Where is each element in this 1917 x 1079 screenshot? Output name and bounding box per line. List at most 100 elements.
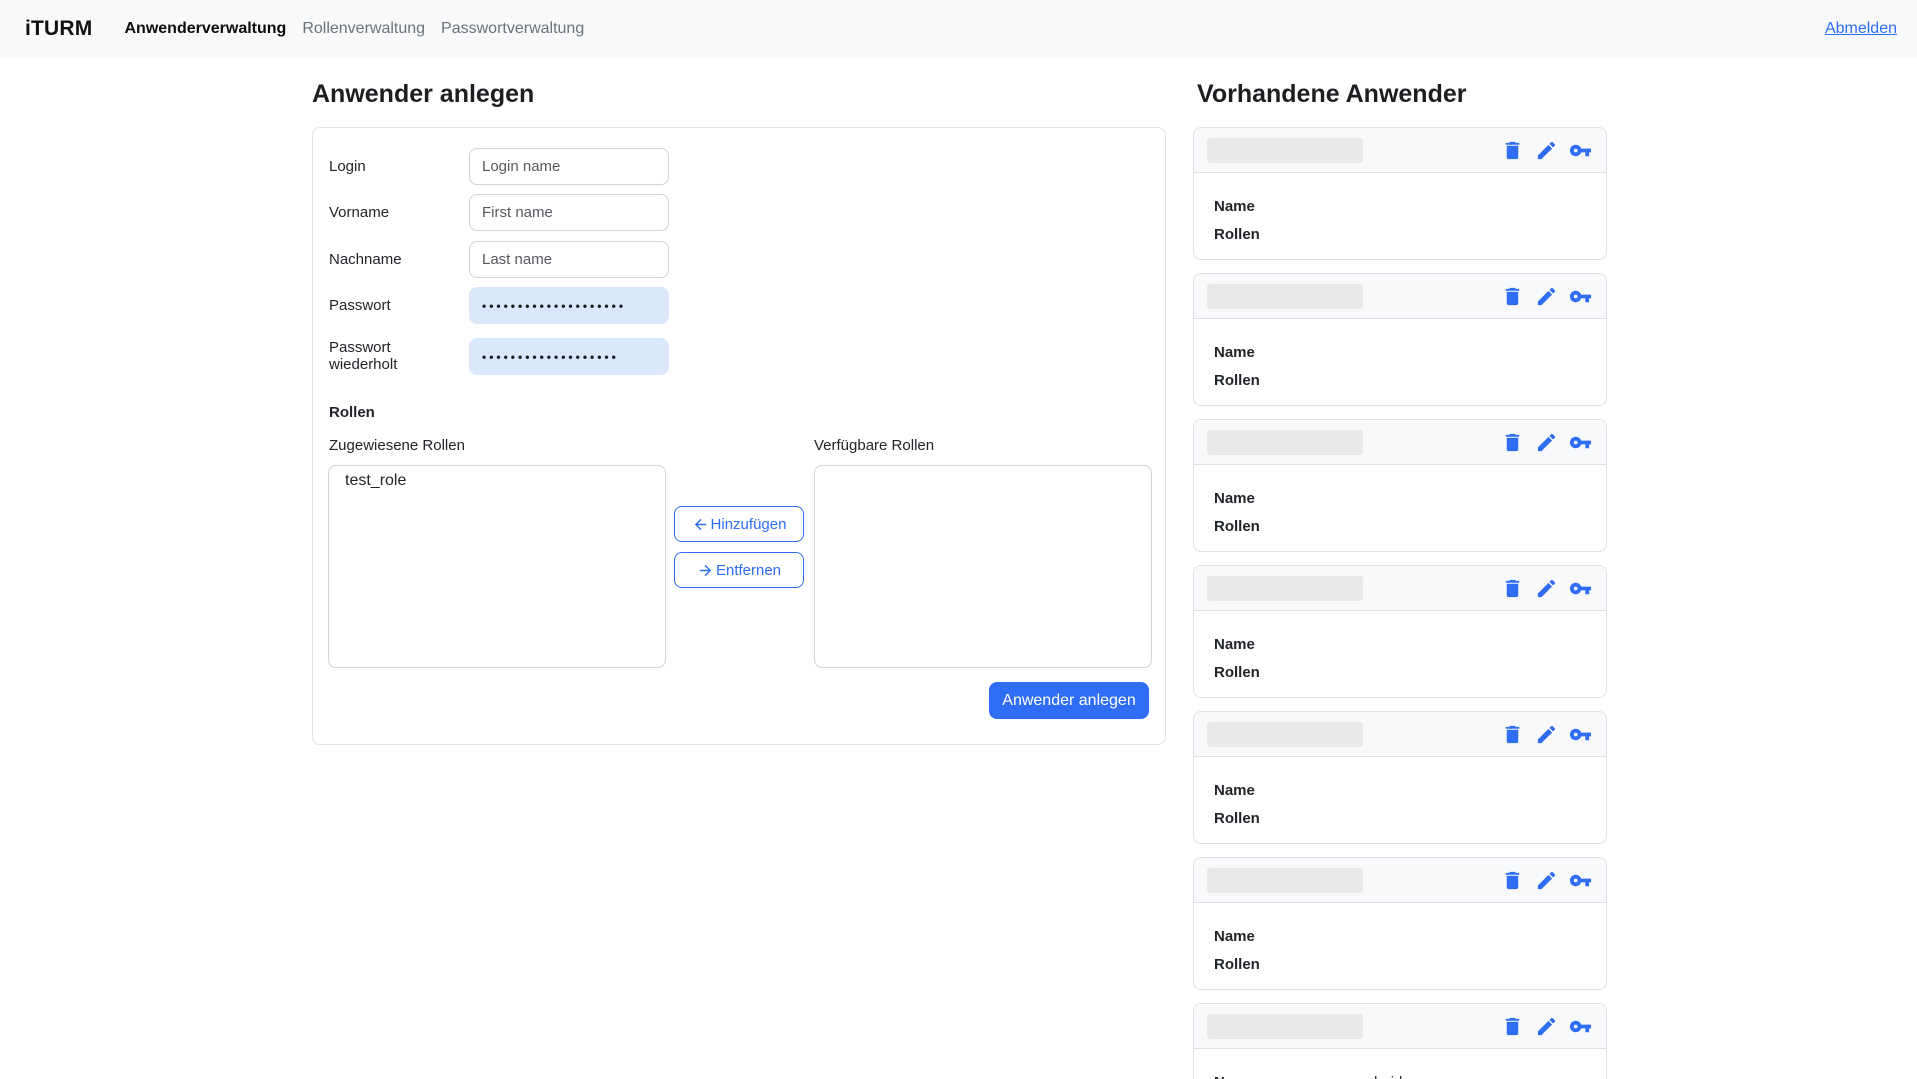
available-roles-listbox[interactable] — [814, 465, 1152, 668]
arrow-left-icon — [692, 516, 709, 533]
nav-item-anwenderverwaltung[interactable]: Anwenderverwaltung — [117, 20, 295, 38]
reset-password-button[interactable] — [1569, 723, 1592, 746]
top-navbar: iTURM Anwenderverwaltung Rollenverwaltun… — [0, 0, 1917, 58]
nav-item-passwortverwaltung[interactable]: Passwortverwaltung — [433, 20, 592, 38]
username-skeleton-placeholder — [1207, 430, 1363, 455]
name-label: Name — [1214, 636, 1314, 653]
edit-user-button[interactable] — [1535, 139, 1558, 162]
username-skeleton-placeholder — [1207, 868, 1363, 893]
assigned-roles-listbox[interactable]: test_role — [328, 465, 666, 668]
edit-user-button[interactable] — [1535, 577, 1558, 600]
add-role-button[interactable]: Hinzufügen — [674, 506, 804, 542]
name-label: Name — [1214, 1074, 1314, 1079]
user-roles-row: Rollen — [1214, 372, 1586, 389]
trash-icon — [1501, 723, 1524, 746]
remove-role-button-label: Entfernen — [716, 562, 781, 579]
delete-user-button[interactable] — [1501, 285, 1524, 308]
user-card-header — [1194, 420, 1606, 465]
name-label: Name — [1214, 344, 1314, 361]
roles-section-heading: Rollen — [329, 404, 375, 421]
user-card-body: Name Rollen — [1194, 757, 1606, 827]
user-name-row: Name vanessa heide — [1214, 1074, 1586, 1079]
reset-password-button[interactable] — [1569, 431, 1592, 454]
key-icon — [1569, 285, 1592, 308]
reset-password-button[interactable] — [1569, 1015, 1592, 1038]
reset-password-button[interactable] — [1569, 869, 1592, 892]
user-card-actions — [1501, 431, 1592, 454]
user-card-header — [1194, 128, 1606, 173]
key-icon — [1569, 577, 1592, 600]
pencil-icon — [1535, 285, 1558, 308]
key-icon — [1569, 723, 1592, 746]
vorname-label: Vorname — [329, 194, 389, 231]
user-card: Name Rollen — [1193, 273, 1607, 406]
roles-label: Rollen — [1214, 518, 1314, 535]
key-icon — [1569, 431, 1592, 454]
roles-label: Rollen — [1214, 226, 1314, 243]
user-card-body: Name Rollen — [1194, 903, 1606, 973]
arrow-right-icon — [697, 562, 714, 579]
trash-icon — [1501, 139, 1524, 162]
user-card-body: Name Rollen — [1194, 319, 1606, 389]
roles-label: Rollen — [1214, 956, 1314, 973]
delete-user-button[interactable] — [1501, 577, 1524, 600]
nav-links: Anwenderverwaltung Rollenverwaltung Pass… — [117, 20, 593, 38]
passwort-wiederholt-input[interactable] — [469, 338, 669, 375]
existing-users-title: Vorhandene Anwender — [1197, 80, 1466, 109]
user-card-actions — [1501, 723, 1592, 746]
pencil-icon — [1535, 139, 1558, 162]
user-card-header — [1194, 858, 1606, 903]
delete-user-button[interactable] — [1501, 723, 1524, 746]
remove-role-button[interactable]: Entfernen — [674, 552, 804, 588]
reset-password-button[interactable] — [1569, 285, 1592, 308]
user-card-actions — [1501, 577, 1592, 600]
passwort-label: Passwort — [329, 287, 391, 324]
user-card-header — [1194, 566, 1606, 611]
name-label: Name — [1214, 490, 1314, 507]
vorname-input[interactable] — [469, 194, 669, 231]
delete-user-button[interactable] — [1501, 431, 1524, 454]
name-value: vanessa heide — [1314, 1074, 1411, 1079]
roles-label: Rollen — [1214, 664, 1314, 681]
reset-password-button[interactable] — [1569, 139, 1592, 162]
pencil-icon — [1535, 577, 1558, 600]
key-icon — [1569, 139, 1592, 162]
user-card-actions — [1501, 1015, 1592, 1038]
user-name-row: Name — [1214, 198, 1586, 215]
trash-icon — [1501, 431, 1524, 454]
reset-password-button[interactable] — [1569, 577, 1592, 600]
roles-label: Rollen — [1214, 810, 1314, 827]
trash-icon — [1501, 869, 1524, 892]
role-option-test-role[interactable]: test_role — [329, 466, 665, 496]
login-input[interactable] — [469, 148, 669, 185]
trash-icon — [1501, 285, 1524, 308]
user-name-row: Name — [1214, 344, 1586, 361]
edit-user-button[interactable] — [1535, 869, 1558, 892]
nachname-label: Nachname — [329, 241, 402, 278]
pencil-icon — [1535, 869, 1558, 892]
logout-link[interactable]: Abmelden — [1825, 20, 1897, 38]
edit-user-button[interactable] — [1535, 431, 1558, 454]
nachname-input[interactable] — [469, 241, 669, 278]
username-skeleton-placeholder — [1207, 138, 1363, 163]
edit-user-button[interactable] — [1535, 1015, 1558, 1038]
user-card-body: Name Rollen — [1194, 465, 1606, 535]
edit-user-button[interactable] — [1535, 723, 1558, 746]
delete-user-button[interactable] — [1501, 1015, 1524, 1038]
brand-logo[interactable]: iTURM — [25, 17, 93, 41]
delete-user-button[interactable] — [1501, 869, 1524, 892]
delete-user-button[interactable] — [1501, 139, 1524, 162]
name-label: Name — [1214, 928, 1314, 945]
user-card-body: Name Rollen — [1194, 611, 1606, 681]
user-card-body: Name vanessa heide Rollen — [1194, 1049, 1606, 1079]
nav-item-rollenverwaltung[interactable]: Rollenverwaltung — [294, 20, 433, 38]
passwort-input[interactable] — [469, 287, 669, 324]
key-icon — [1569, 1015, 1592, 1038]
user-name-row: Name — [1214, 636, 1586, 653]
pencil-icon — [1535, 723, 1558, 746]
roles-label: Rollen — [1214, 372, 1314, 389]
edit-user-button[interactable] — [1535, 285, 1558, 308]
create-user-submit-button[interactable]: Anwender anlegen — [989, 682, 1149, 719]
available-roles-label: Verfügbare Rollen — [814, 437, 934, 454]
key-icon — [1569, 869, 1592, 892]
